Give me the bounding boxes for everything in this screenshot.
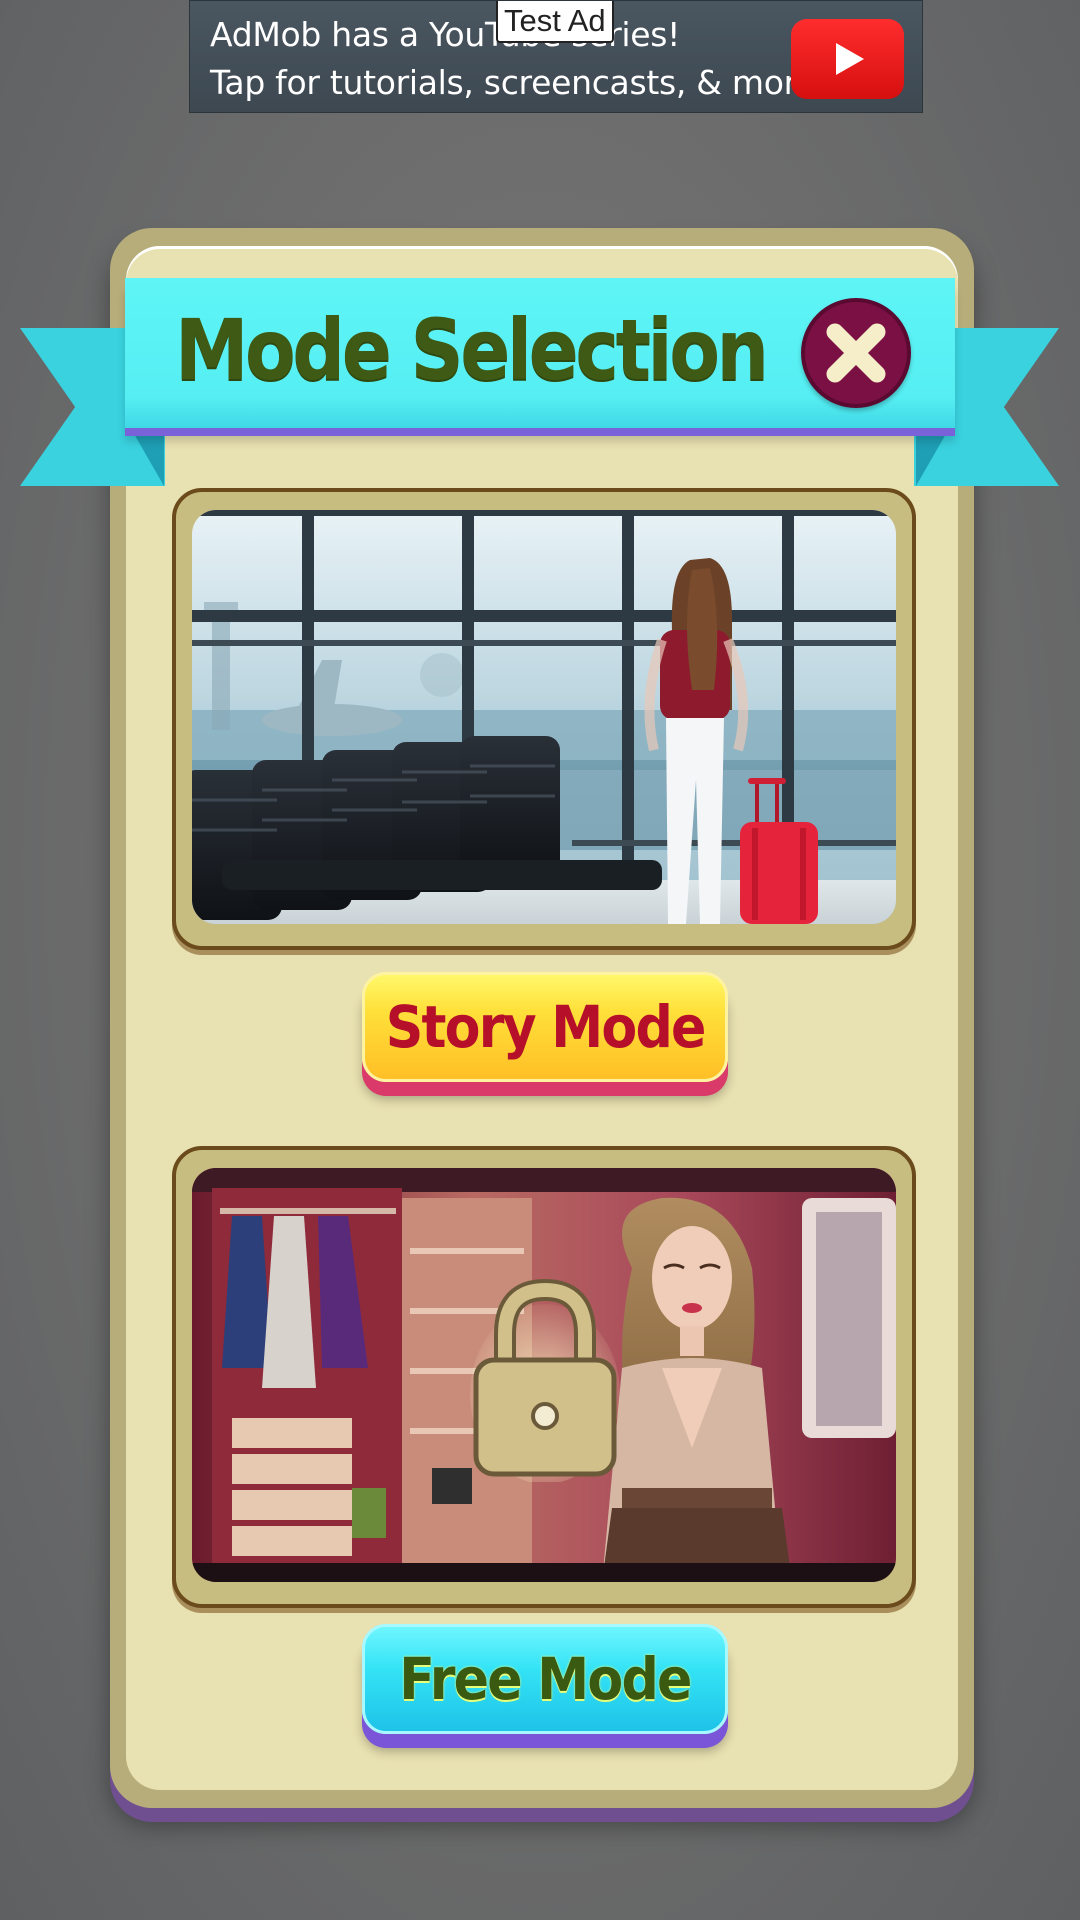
youtube-play-icon[interactable] (791, 19, 904, 99)
play-icon (835, 43, 864, 75)
ad-banner[interactable]: AdMob has a YouTube series! Tap for tuto… (189, 0, 923, 113)
story-mode-button[interactable]: Story Mode (362, 972, 728, 1082)
close-button[interactable] (801, 298, 911, 408)
story-mode-label: Story Mode (385, 993, 707, 1061)
close-icon (826, 323, 886, 383)
story-mode-card[interactable] (172, 488, 916, 950)
airport-scene-image (192, 510, 896, 924)
dialog-title: Mode Selection (175, 301, 769, 399)
ad-subline: Tap for tutorials, screencasts, & more. (210, 63, 827, 102)
padlock-icon (470, 1278, 620, 1482)
test-ad-label: Test Ad (496, 1, 614, 43)
free-mode-label: Free Mode (399, 1645, 692, 1713)
title-ribbon: Mode Selection (125, 278, 955, 428)
free-mode-button[interactable]: Free Mode (362, 1624, 728, 1734)
